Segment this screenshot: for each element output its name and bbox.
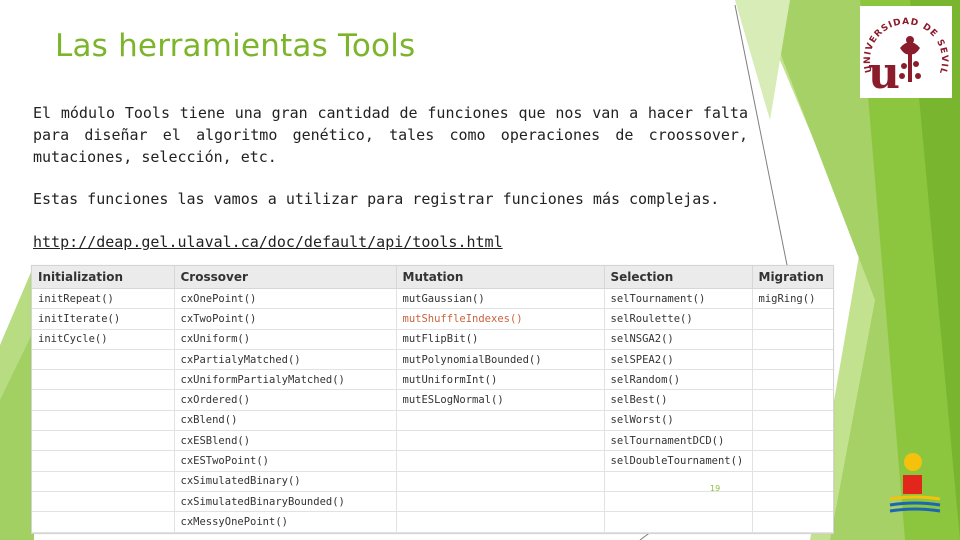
cell-crossover[interactable]: cxOrdered() bbox=[174, 389, 397, 411]
cell-migration bbox=[752, 329, 833, 350]
cell-selection[interactable]: selTournamentDCD() bbox=[604, 430, 753, 452]
table-row: initCycle() cxUniform() mutFlipBit() selNSG… bbox=[32, 329, 833, 350]
cell-selection bbox=[604, 471, 753, 492]
cell-initialization[interactable]: initCycle() bbox=[32, 329, 175, 350]
cell-selection[interactable]: selWorst() bbox=[604, 410, 753, 432]
header-initialization: Initialization bbox=[32, 266, 175, 289]
cell-crossover[interactable]: cxUniformPartialyMatched() bbox=[174, 369, 397, 391]
cell-mutation[interactable]: mutUniformInt() bbox=[396, 369, 605, 391]
cell-migration bbox=[752, 349, 833, 371]
cell-crossover[interactable]: cxBlend() bbox=[174, 410, 397, 432]
table-row: cxBlend() selWorst() bbox=[32, 410, 833, 432]
slide-title: Las herramientas Tools bbox=[55, 28, 416, 64]
cell-migration[interactable]: migRing() bbox=[752, 288, 833, 310]
tools-functions-table: Initialization Crossover Mutation Select… bbox=[31, 265, 834, 534]
tools-doc-link[interactable]: http://deap.gel.ulaval.ca/doc/default/ap… bbox=[33, 231, 503, 253]
cell-initialization bbox=[32, 491, 175, 513]
cell-crossover[interactable]: cxPartialyMatched() bbox=[174, 349, 397, 371]
cell-mutation[interactable]: mutGaussian() bbox=[396, 288, 605, 310]
cell-initialization bbox=[32, 450, 175, 472]
cell-selection[interactable]: selRoulette() bbox=[604, 308, 753, 330]
cell-initialization bbox=[32, 349, 175, 371]
cell-migration bbox=[752, 308, 833, 330]
cell-mutation[interactable]: mutESLogNormal() bbox=[396, 389, 605, 411]
intro-paragraph: El módulo Tools tiene una gran cantidad … bbox=[33, 104, 748, 166]
header-mutation: Mutation bbox=[396, 266, 605, 289]
table-row: initIterate() cxTwoPoint() mutShuffleIndex… bbox=[32, 308, 833, 330]
header-crossover: Crossover bbox=[174, 266, 397, 289]
cell-mutation bbox=[396, 511, 605, 533]
cell-selection[interactable]: selNSGA2() bbox=[604, 329, 753, 350]
page-number: 19 bbox=[710, 484, 721, 493]
usage-paragraph: Estas funciones las vamos a utilizar par… bbox=[33, 190, 720, 208]
cell-selection[interactable]: selTournament() bbox=[604, 288, 753, 310]
cell-crossover[interactable]: cxSimulatedBinaryBounded() bbox=[174, 491, 397, 513]
table-row: cxPartialyMatched() mutPolynomialBounded(… bbox=[32, 349, 833, 371]
cell-selection[interactable]: selDoubleTournament() bbox=[604, 450, 753, 472]
cell-mutation bbox=[396, 450, 605, 472]
table-header-row: Initialization Crossover Mutation Select… bbox=[32, 266, 833, 289]
university-logo: UNIVERSIDAD DE SEVILLA u bbox=[860, 6, 952, 98]
table-row: cxMessyOnePoint() bbox=[32, 511, 833, 533]
cell-migration bbox=[752, 430, 833, 452]
table-row: initRepeat() cxOnePoint() mutGaussian() sel… bbox=[32, 288, 833, 310]
cell-migration bbox=[752, 450, 833, 472]
table-row: cxOrdered() mutESLogNormal() selBest() bbox=[32, 389, 833, 411]
cell-mutation bbox=[396, 471, 605, 492]
cell-initialization bbox=[32, 511, 175, 533]
cell-initialization bbox=[32, 410, 175, 432]
cell-migration bbox=[752, 491, 833, 513]
cell-crossover[interactable]: cxMessyOnePoint() bbox=[174, 511, 397, 533]
cell-mutation[interactable]: mutPolynomialBounded() bbox=[396, 349, 605, 371]
header-migration: Migration bbox=[752, 266, 833, 289]
cell-crossover[interactable]: cxOnePoint() bbox=[174, 288, 397, 310]
table-row: cxSimulatedBinaryBounded() bbox=[32, 491, 833, 513]
cell-migration bbox=[752, 389, 833, 411]
header-selection: Selection bbox=[604, 266, 753, 289]
cell-crossover[interactable]: cxESBlend() bbox=[174, 430, 397, 452]
cell-migration bbox=[752, 410, 833, 432]
table-row: cxESBlend() selTournamentDCD() bbox=[32, 430, 833, 452]
table-row: cxESTwoPoint() selDoubleTournament() bbox=[32, 450, 833, 472]
cell-selection bbox=[604, 511, 753, 533]
regional-emblem-icon bbox=[889, 453, 941, 513]
table-row: cxUniformPartialyMatched() mutUniformInt(… bbox=[32, 369, 833, 391]
cell-selection[interactable]: selBest() bbox=[604, 389, 753, 411]
cell-crossover[interactable]: cxESTwoPoint() bbox=[174, 450, 397, 472]
cell-initialization bbox=[32, 471, 175, 492]
cell-migration bbox=[752, 471, 833, 492]
cell-migration bbox=[752, 511, 833, 533]
cell-initialization bbox=[32, 430, 175, 452]
cell-selection bbox=[604, 491, 753, 513]
cell-selection[interactable]: selSPEA2() bbox=[604, 349, 753, 371]
cell-crossover[interactable]: cxSimulatedBinary() bbox=[174, 471, 397, 492]
cell-mutation bbox=[396, 491, 605, 513]
cell-initialization[interactable]: initRepeat() bbox=[32, 288, 175, 310]
cell-selection[interactable]: selRandom() bbox=[604, 369, 753, 391]
cell-mutation[interactable]: mutFlipBit() bbox=[396, 329, 605, 350]
cell-mutation[interactable]: mutShuffleIndexes() bbox=[396, 308, 605, 330]
cell-initialization[interactable]: initIterate() bbox=[32, 308, 175, 330]
cell-initialization bbox=[32, 369, 175, 391]
logo-monogram: u bbox=[868, 48, 900, 98]
cell-mutation bbox=[396, 430, 605, 452]
cell-mutation bbox=[396, 410, 605, 432]
cell-migration bbox=[752, 369, 833, 391]
cell-crossover[interactable]: cxTwoPoint() bbox=[174, 308, 397, 330]
cell-initialization bbox=[32, 389, 175, 411]
cell-crossover[interactable]: cxUniform() bbox=[174, 329, 397, 350]
